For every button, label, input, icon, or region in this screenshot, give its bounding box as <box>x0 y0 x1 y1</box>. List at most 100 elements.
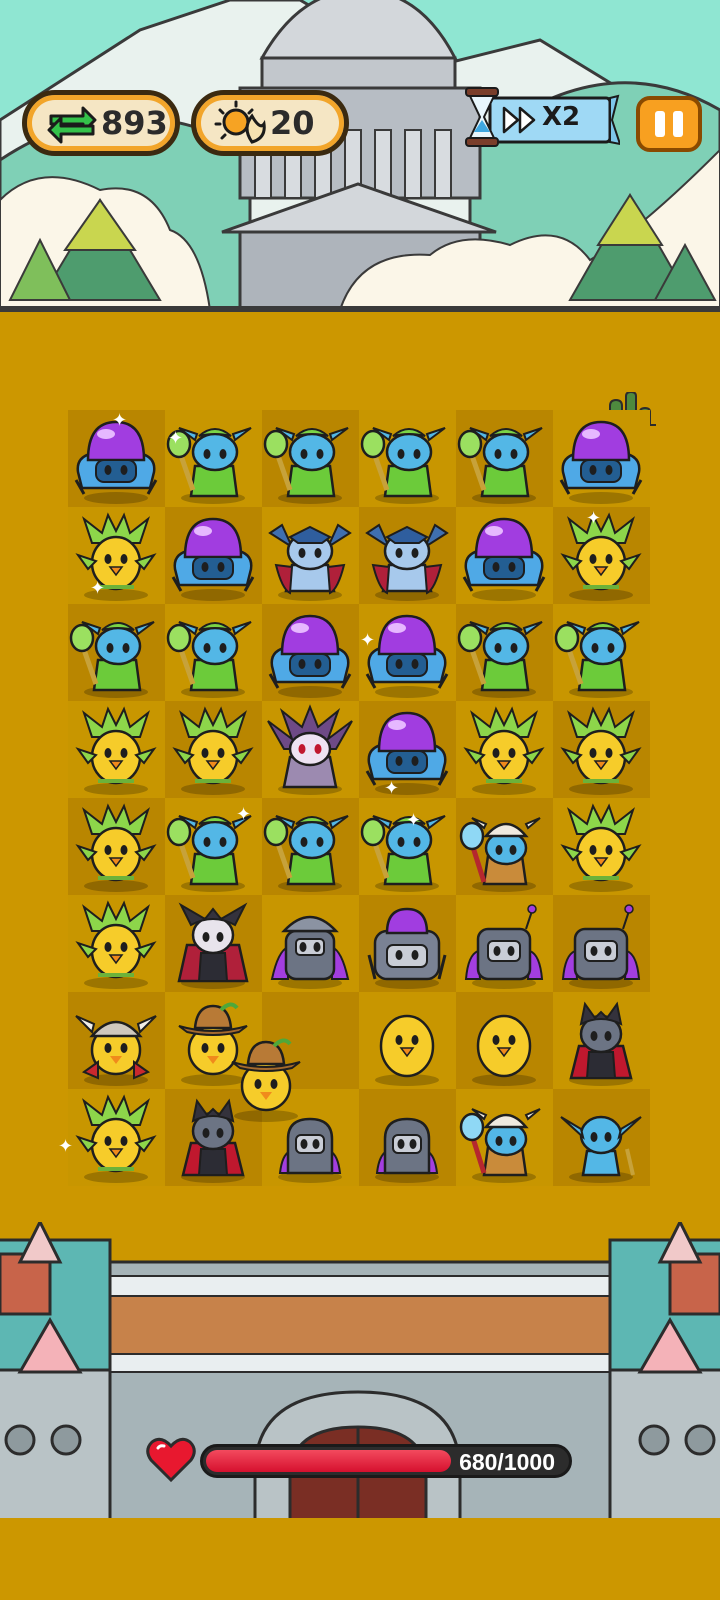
yellow-chick-icon <box>375 1014 439 1086</box>
sparkle-icon: ✦ <box>236 804 252 825</box>
monster-tile-leaf-chick[interactable] <box>165 701 262 798</box>
monster-tile-leaf-chick[interactable] <box>553 798 650 895</box>
sun-moon-icon <box>214 100 266 144</box>
monster-tile-green-goblin-mace[interactable] <box>456 410 553 507</box>
swap-arrows-icon <box>47 106 97 144</box>
monster-tile-green-goblin-mace[interactable] <box>68 604 165 701</box>
pause-button[interactable] <box>636 96 702 152</box>
swaps-counter: 893 <box>22 90 180 156</box>
blue-winged-demon-icon <box>268 523 352 601</box>
monster-tile-yellow-chick[interactable] <box>456 992 553 1089</box>
sparkle-icon: ✦ <box>360 630 376 651</box>
monster-tile-green-goblin-mace[interactable] <box>165 410 262 507</box>
gray-robot-icon <box>561 904 641 989</box>
monster-tile-leaf-chick[interactable] <box>456 701 553 798</box>
monster-tile-leaf-chick[interactable] <box>553 507 650 604</box>
green-goblin-mace-icon <box>360 427 446 504</box>
monster-tile-vampire-boy[interactable] <box>553 992 650 1089</box>
monster-tile-small-robot[interactable] <box>359 1089 456 1186</box>
monster-tile-armored-knight[interactable] <box>262 895 359 992</box>
purple-demon-lord-icon <box>267 704 353 795</box>
monster-tile-green-goblin-mace[interactable] <box>262 410 359 507</box>
green-goblin-mace-icon <box>263 815 349 892</box>
purple-dome-crab-icon <box>365 711 449 795</box>
green-goblin-mace-icon <box>166 427 252 504</box>
swaps-value: 893 <box>101 104 168 142</box>
leaf-chick-icon <box>560 803 642 892</box>
health-text: 680/1000 <box>459 1449 555 1475</box>
monster-tile-blue-winged-demon[interactable] <box>359 507 456 604</box>
monster-tile-gray-robot[interactable] <box>553 895 650 992</box>
monster-tile-gray-robot[interactable] <box>456 895 553 992</box>
monster-tile-leaf-chick[interactable] <box>68 701 165 798</box>
cowboy-chick-icon <box>231 1038 301 1122</box>
sparkle-icon: ✦ <box>406 810 422 831</box>
purple-dome-crab-icon <box>365 614 449 698</box>
energy-value: 20 <box>270 104 315 142</box>
monster-tile-leaf-chick[interactable] <box>68 798 165 895</box>
skull-helmet-goblin-icon <box>459 817 541 892</box>
monster-tile-purple-dome-crab[interactable] <box>165 507 262 604</box>
monster-tile-skull-helmet-goblin[interactable] <box>456 1089 553 1186</box>
vampire-boy-icon <box>569 1001 633 1086</box>
monster-tile-leaf-chick[interactable] <box>553 701 650 798</box>
monster-tile-green-goblin-mace[interactable] <box>553 604 650 701</box>
health-bar-fill <box>206 1450 451 1472</box>
leaf-chick-icon <box>75 706 157 795</box>
monster-tile-purple-dome-crab[interactable] <box>359 701 456 798</box>
sparkle-icon: ✦ <box>58 1136 74 1157</box>
yellow-chick-icon <box>472 1014 536 1086</box>
green-goblin-mace-icon <box>263 427 349 504</box>
leaf-chick-icon <box>75 803 157 892</box>
sparkle-icon: ✦ <box>168 428 184 449</box>
monster-tile-leaf-chick[interactable] <box>68 1089 165 1186</box>
monster-tile-blue-goblin[interactable] <box>553 1089 650 1186</box>
viking-chick-icon <box>75 1015 157 1086</box>
green-goblin-mace-icon <box>457 621 543 698</box>
speed-toggle[interactable]: X2 <box>460 86 622 150</box>
sparkle-icon: ✦ <box>384 778 400 799</box>
base-health: 680/1000 <box>146 1436 576 1486</box>
hourglass-icon <box>465 87 622 147</box>
leaf-chick-icon <box>75 512 157 601</box>
monster-tile-purple-dome-crab[interactable] <box>359 604 456 701</box>
heart-icon <box>146 1437 196 1483</box>
monster-tile-yellow-chick[interactable] <box>359 992 456 1089</box>
dragged-monster-cowboy-chick[interactable] <box>218 1028 315 1125</box>
blue-winged-demon-icon <box>365 523 449 601</box>
monster-tile-purple-demon-lord[interactable] <box>262 701 359 798</box>
leaf-chick-icon <box>75 1094 157 1183</box>
leaf-chick-icon <box>172 706 254 795</box>
purple-dome-crab-icon <box>462 517 546 601</box>
monster-tile-green-goblin-mace[interactable] <box>359 410 456 507</box>
monster-tile-purple-dome-crab[interactable] <box>456 507 553 604</box>
gray-robot-icon <box>464 904 544 989</box>
monster-tile-viking-chick[interactable] <box>68 992 165 1089</box>
purple-dome-crab-icon <box>559 420 643 504</box>
monster-tile-purple-dome-robot[interactable] <box>359 895 456 992</box>
monster-tile-skull-helmet-goblin[interactable] <box>456 798 553 895</box>
monster-tile-green-goblin-mace[interactable] <box>165 604 262 701</box>
energy-counter: 20 <box>191 90 349 156</box>
monster-tile-green-goblin-mace[interactable] <box>262 798 359 895</box>
purple-dome-crab-icon <box>268 614 352 698</box>
purple-dome-robot-icon <box>367 907 447 989</box>
sparkle-icon: ✦ <box>586 508 602 529</box>
armored-knight-icon <box>270 915 350 989</box>
monster-tile-purple-dome-crab[interactable] <box>553 410 650 507</box>
monster-board <box>68 410 650 1186</box>
monster-tile-purple-dome-crab[interactable] <box>262 604 359 701</box>
vampire-cape-icon <box>177 902 249 989</box>
monster-tile-vampire-cape[interactable] <box>165 895 262 992</box>
monster-tile-leaf-chick[interactable] <box>68 507 165 604</box>
skull-helmet-goblin-icon <box>459 1108 541 1183</box>
monster-tile-blue-winged-demon[interactable] <box>262 507 359 604</box>
green-goblin-mace-icon <box>457 427 543 504</box>
sparkle-icon: ✦ <box>90 578 106 599</box>
green-goblin-mace-icon <box>166 621 252 698</box>
speed-label: X2 <box>542 102 581 132</box>
leaf-chick-icon <box>560 512 642 601</box>
sparkle-icon: ✦ <box>112 410 128 431</box>
monster-tile-green-goblin-mace[interactable] <box>456 604 553 701</box>
monster-tile-leaf-chick[interactable] <box>68 895 165 992</box>
